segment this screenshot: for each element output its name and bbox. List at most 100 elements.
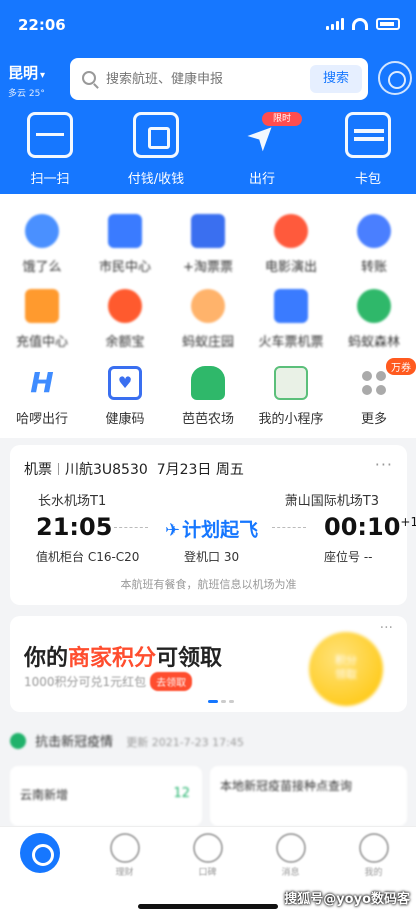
flight-date: 7月23日 周五 bbox=[156, 462, 244, 478]
watermark: 搜狐号@yoyo数码客 bbox=[284, 892, 410, 907]
promo-title: 你的商家积分可领取 bbox=[24, 640, 222, 672]
search-input[interactable] bbox=[106, 70, 296, 88]
grid-label: 蚂蚁森林 bbox=[347, 335, 400, 350]
profile-icon bbox=[358, 833, 389, 863]
grid-label: 转账 bbox=[360, 260, 387, 275]
arrival-airport: 萧山国际机场T3 bbox=[284, 494, 379, 509]
grid-item-train[interactable]: 火车票机票 bbox=[249, 289, 333, 350]
city-selector[interactable]: 昆明 ▾ 多云 25° bbox=[8, 62, 45, 99]
forest-icon bbox=[357, 289, 391, 323]
quick-label: 出行 bbox=[248, 172, 275, 187]
grid-item-transfer[interactable]: 转账 bbox=[332, 214, 416, 275]
search-icon bbox=[82, 71, 96, 85]
tab-label: 口碑 bbox=[198, 868, 217, 878]
arrival-time: 00:10+1 bbox=[324, 513, 416, 541]
more-icon[interactable]: ··· bbox=[375, 455, 393, 474]
covid-header[interactable]: 抗击新冠疫情 更新 2021-7-23 17:45 bbox=[10, 731, 244, 753]
search-button[interactable]: 搜索 bbox=[310, 65, 362, 93]
covid-card-stats[interactable]: 云南新增 12 bbox=[10, 766, 202, 826]
promo-subtitle-text: 1000积分可兑1元红包 bbox=[24, 675, 147, 689]
grid-label: 蚂蚁庄园 bbox=[181, 335, 234, 350]
travel-badge: 限时 bbox=[262, 112, 302, 126]
status-time: 22:06 bbox=[18, 16, 66, 34]
signal-icon bbox=[326, 18, 344, 30]
grid-item-recharge[interactable]: 充值中心 bbox=[0, 289, 84, 350]
more-icon[interactable]: ··· bbox=[380, 620, 393, 636]
promo-claim-button[interactable]: 去领取 bbox=[150, 672, 193, 691]
quick-label: 扫一扫 bbox=[30, 172, 70, 187]
covid-date: 更新 2021-7-23 17:45 bbox=[126, 736, 244, 749]
promo-card[interactable]: 你的商家积分可领取 1000积分可兑1元红包 去领取 积分 领取 ··· bbox=[10, 616, 407, 712]
chevron-down-icon: ▾ bbox=[40, 70, 46, 81]
wealth-icon bbox=[109, 833, 140, 863]
eleme-icon bbox=[25, 214, 59, 248]
search-bar[interactable]: 搜索 bbox=[70, 58, 368, 100]
grid-label: 饿了么 bbox=[22, 260, 62, 275]
covid-card-text: 本地新冠疫苗接种点查询 bbox=[220, 779, 353, 793]
city-name: 昆明 bbox=[8, 64, 39, 82]
train-icon bbox=[274, 289, 308, 323]
flight-status-label: 计划起飞 bbox=[182, 519, 259, 541]
promo-title-prefix: 你的 bbox=[24, 646, 69, 671]
tab-profile[interactable]: 我的 bbox=[332, 833, 415, 878]
promo-title-suffix: 可领取 bbox=[156, 646, 223, 671]
weather-text: 多云 25° bbox=[8, 89, 45, 99]
grid-label: 健康码 bbox=[105, 412, 145, 427]
grid-item-hello-bike[interactable]: H 哈啰出行 bbox=[0, 366, 84, 427]
tab-label: 理财 bbox=[115, 868, 134, 878]
grid-label: 芭芭农场 bbox=[181, 412, 234, 427]
tab-label: 我的 bbox=[364, 868, 383, 878]
quick-label: 付钱/收钱 bbox=[127, 172, 185, 187]
tab-message[interactable]: 消息 bbox=[249, 833, 332, 878]
flight-card[interactable]: 机票 川航3U8530 7月23日 周五 ··· 长水机场T1 萧山国际机场T3 … bbox=[10, 445, 416, 605]
grid-item-movie[interactable]: 电影演出 bbox=[249, 214, 333, 275]
koubei-icon bbox=[192, 833, 223, 863]
promo-subtitle: 1000积分可兑1元红包 去领取 bbox=[24, 672, 193, 691]
grid-item-citizen[interactable]: 市民中心 bbox=[83, 214, 167, 275]
grid-label: 我的小程序 bbox=[258, 412, 324, 427]
flight-type: 机票 bbox=[24, 462, 52, 478]
covid-title: 抗击新冠疫情 bbox=[35, 735, 114, 750]
grid-label: 余额宝 bbox=[105, 335, 145, 350]
tab-koubei[interactable]: 口碑 bbox=[166, 833, 249, 878]
home-indicator[interactable] bbox=[138, 904, 278, 909]
grid-item-health-code[interactable]: ♥ 健康码 bbox=[83, 366, 167, 427]
promo-title-highlight: 商家积分 bbox=[68, 646, 157, 671]
citizen-icon bbox=[108, 214, 142, 248]
quick-label: 卡包 bbox=[354, 172, 381, 187]
tab-home[interactable] bbox=[20, 833, 60, 873]
arrival-time-value: 00:10 bbox=[324, 513, 401, 541]
grid-item-manor[interactable]: 蚂蚁庄园 bbox=[166, 289, 250, 350]
scan-icon bbox=[27, 112, 73, 158]
tab-wealth[interactable]: 理财 bbox=[83, 833, 166, 878]
add-icon[interactable] bbox=[378, 61, 412, 95]
message-icon bbox=[275, 833, 306, 863]
grid-label: 市民中心 bbox=[98, 260, 151, 275]
yuebao-icon bbox=[108, 289, 142, 323]
quick-pay[interactable]: 付钱/收钱 bbox=[114, 112, 198, 187]
grid-item-more[interactable]: 万券 更多 bbox=[332, 358, 416, 427]
grid-label: 火车票机票 bbox=[258, 335, 324, 350]
manor-icon bbox=[191, 289, 225, 323]
covid-card-vaccine[interactable]: 本地新冠疫苗接种点查询 bbox=[210, 766, 407, 826]
battery-icon bbox=[376, 18, 400, 30]
grid-item-forest[interactable]: 蚂蚁森林 bbox=[332, 289, 416, 350]
covid-card-number: 12 bbox=[173, 786, 190, 801]
more-badge: 万券 bbox=[386, 358, 416, 375]
grid-item-yuebao[interactable]: 余额宝 bbox=[83, 289, 167, 350]
movie-icon bbox=[274, 214, 308, 248]
flight-number: 川航3U8530 bbox=[65, 462, 148, 478]
flight-note: 本航班有餐食，航班信息以机场为准 bbox=[120, 578, 297, 591]
grid-label: 更多 bbox=[360, 412, 387, 427]
more-icon bbox=[357, 366, 391, 400]
miniapp-icon bbox=[274, 366, 308, 400]
status-bar: 22:06 bbox=[0, 0, 416, 50]
grid-item-eleme[interactable]: 饿了么 bbox=[0, 214, 84, 275]
grid-item-farm[interactable]: 芭芭农场 bbox=[166, 366, 250, 427]
seat-number: 座位号 -- bbox=[324, 550, 373, 564]
ticket-icon bbox=[191, 214, 225, 248]
quick-scan[interactable]: 扫一扫 bbox=[8, 112, 92, 187]
grid-item-miniapp[interactable]: 我的小程序 bbox=[249, 366, 333, 427]
quick-card[interactable]: 卡包 bbox=[326, 112, 410, 187]
grid-item-ticket[interactable]: +淘票票 bbox=[166, 214, 250, 275]
